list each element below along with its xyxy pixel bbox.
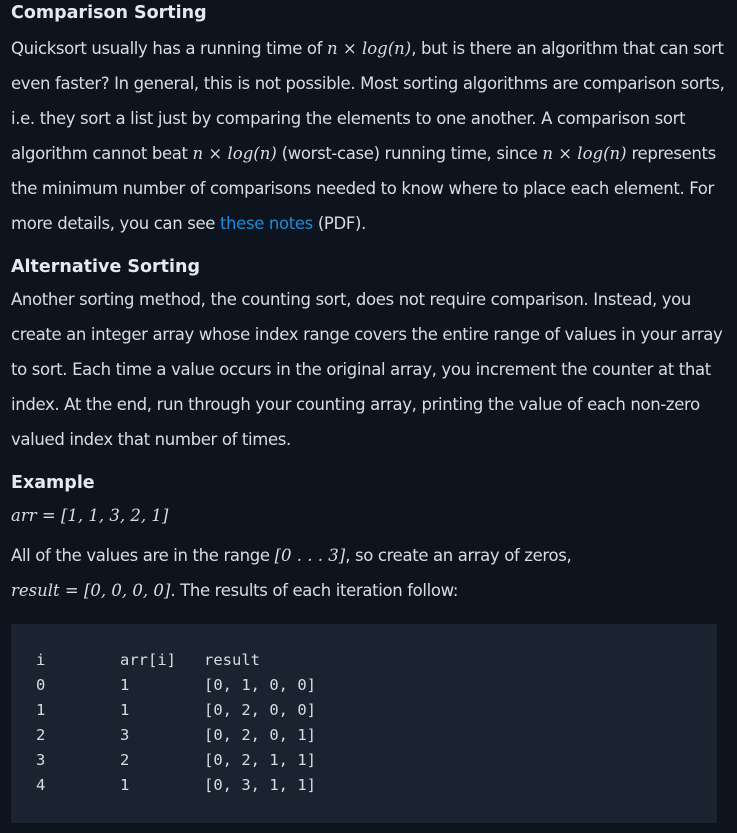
cell-arr-i: 1	[120, 776, 130, 794]
math-expression: n × log(n)	[542, 144, 627, 163]
code-row: 3 2 [0, 2, 1, 1]	[11, 748, 717, 773]
text-fragment: All of the values are in the range	[11, 546, 275, 565]
header-arr-i: arr[i]	[120, 651, 176, 669]
text-fragment: Quicksort usually has a running time of	[11, 39, 328, 58]
problem-statement: Comparison Sorting Quicksort usually has…	[11, 0, 726, 608]
section-body-alternative: Another sorting method, the counting sor…	[11, 290, 723, 449]
cell-i: 0	[36, 676, 46, 694]
text-fragment: . The results of each iteration follow:	[170, 581, 459, 600]
cell-i: 4	[36, 776, 46, 794]
text-fragment: (PDF).	[312, 214, 367, 233]
cell-result: [0, 3, 1, 1]	[204, 776, 316, 794]
cell-i: 2	[36, 726, 46, 744]
text-fragment: (worst-case) running time, since	[276, 144, 543, 163]
section-title-alternative: Alternative Sorting	[11, 257, 201, 277]
cell-result: [0, 1, 0, 0]	[204, 676, 316, 694]
notes-link[interactable]: these notes	[220, 214, 313, 233]
cell-arr-i: 1	[120, 676, 130, 694]
cell-i: 1	[36, 701, 46, 719]
cell-arr-i: 2	[120, 751, 130, 769]
math-equals: =	[36, 506, 61, 525]
header-result: result	[204, 651, 260, 669]
math-equals: =	[59, 581, 84, 600]
cell-result: [0, 2, 0, 1]	[204, 726, 316, 744]
math-array: [1, 1, 3, 2, 1]	[60, 506, 169, 525]
section-title-example: Example	[11, 473, 95, 493]
text-fragment: , so create an array of zeros,	[345, 546, 572, 565]
code-row: 1 1 [0, 2, 0, 0]	[11, 698, 717, 723]
math-expression: n × log(n)	[192, 144, 277, 163]
example-arr-line: arr = [1, 1, 3, 2, 1]	[11, 498, 726, 533]
cell-i: 3	[36, 751, 46, 769]
math-array: [0, 0, 0, 0]	[83, 581, 171, 600]
code-header-row: i arr[i] result	[11, 648, 717, 673]
math-variable: arr	[11, 506, 37, 525]
example-range-text: All of the values are in the range [0 . …	[11, 538, 726, 608]
section-body-comparison: Quicksort usually has a running time of …	[11, 31, 726, 241]
math-variable: result	[11, 581, 60, 600]
section-title-comparison: Comparison Sorting	[11, 3, 207, 23]
code-block-iterations: i arr[i] result 0 1 [0, 1, 0, 0] 1 1 [0, 2, 0, 0…	[11, 624, 717, 823]
cell-arr-i: 3	[120, 726, 130, 744]
cell-result: [0, 2, 0, 0]	[204, 701, 316, 719]
code-row: 4 1 [0, 3, 1, 1]	[11, 773, 717, 798]
code-row: 0 1 [0, 1, 0, 0]	[11, 673, 717, 698]
header-i: i	[36, 651, 46, 669]
math-range: [0 . . . 3]	[274, 546, 346, 565]
cell-result: [0, 2, 1, 1]	[204, 751, 316, 769]
math-expression: n × log(n)	[327, 39, 412, 58]
cell-arr-i: 1	[120, 701, 130, 719]
code-row: 2 3 [0, 2, 0, 1]	[11, 723, 717, 748]
